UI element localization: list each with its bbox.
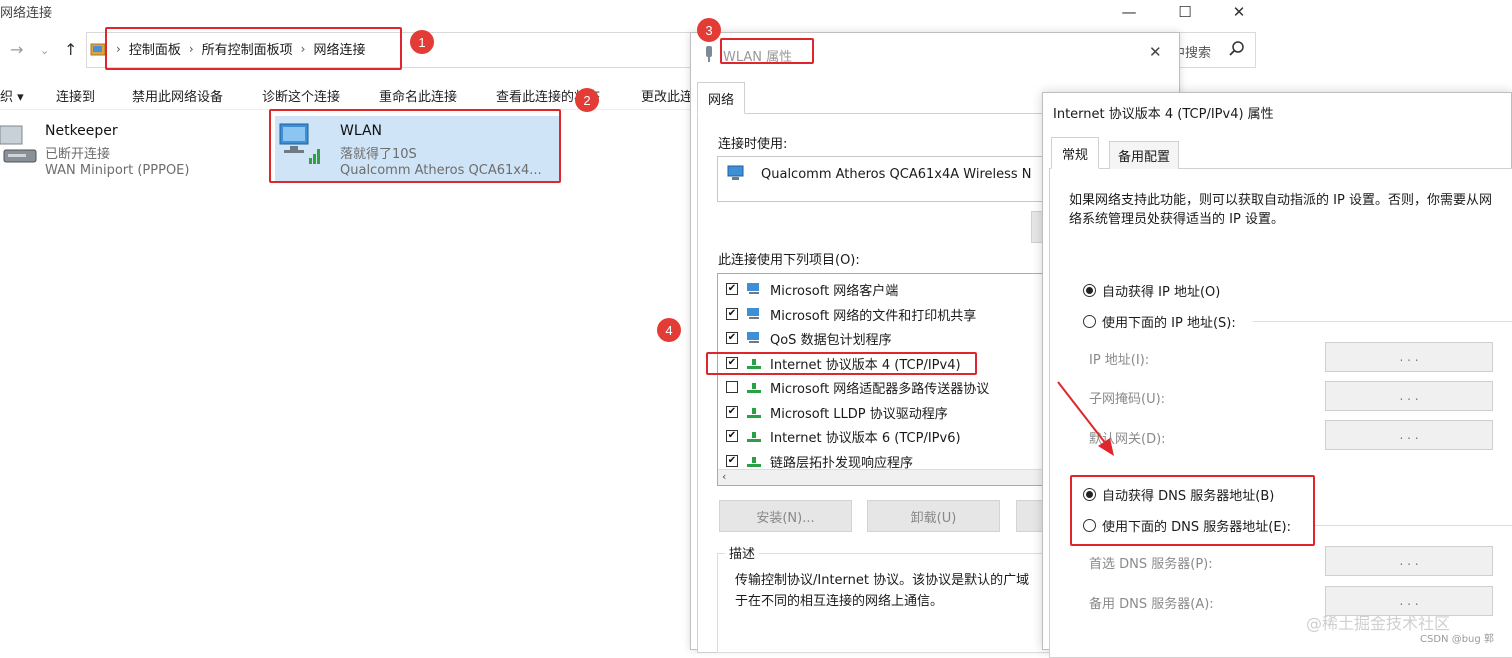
list-item[interactable]: Microsoft 网络适配器多路传送器协议 (726, 376, 989, 398)
radio-selected-icon[interactable] (1083, 284, 1096, 297)
list-item[interactable]: ✔ Microsoft LLDP 协议驱动程序 (726, 401, 948, 423)
checkbox[interactable]: ✔ (726, 430, 738, 442)
list-item[interactable]: ✔ Microsoft 网络的文件和打印机共享 (726, 303, 976, 325)
connect-to-button[interactable]: 连接到 (56, 86, 95, 105)
annotation-badge: 3 (697, 18, 721, 42)
list-item[interactable]: ✔ Internet 协议版本 6 (TCP/IPv6) (726, 425, 961, 447)
annotation-badge: 1 (410, 30, 434, 54)
checkbox[interactable]: ✔ (726, 308, 738, 320)
preferred-dns-label: 首选 DNS 服务器(P): (1089, 557, 1213, 572)
tab-general[interactable]: 常规 (1051, 137, 1100, 169)
item-label: Microsoft 网络适配器多路传送器协议 (770, 381, 990, 397)
item-label: QoS 数据包计划程序 (770, 332, 892, 348)
radio-label: 使用下面的 IP 地址(S): (1102, 316, 1236, 331)
watermark-sub: CSDN @bug 郭 (1420, 634, 1494, 645)
dialog-title: Internet 协议版本 4 (TCP/IPv4) 属性 (1053, 107, 1274, 122)
file-share-icon (747, 308, 759, 319)
tab-alternate-config[interactable]: 备用配置 (1109, 141, 1180, 169)
checkbox[interactable]: ✔ (726, 283, 738, 295)
radio-icon[interactable] (1083, 315, 1096, 328)
checkbox[interactable]: ✔ (726, 455, 738, 467)
group-divider (1315, 525, 1512, 526)
qos-icon (747, 332, 759, 343)
diagnose-button[interactable]: 诊断这个连接 (262, 86, 340, 105)
ip-dots: . . . (1399, 389, 1419, 403)
window-title: 网络连接 (0, 6, 53, 21)
tab-network[interactable]: 网络 (697, 82, 746, 114)
checkbox[interactable] (726, 381, 738, 393)
ip-address-field[interactable]: . . . (1325, 342, 1493, 372)
list-item[interactable]: ✔ Microsoft 网络客户端 (726, 278, 898, 300)
connect-using-label: 连接时使用: (718, 137, 788, 152)
adapter-name: Qualcomm Atheros QCA61x4A Wireless N (761, 167, 1032, 182)
rename-button[interactable]: 重命名此连接 (379, 86, 457, 105)
chevron-down-icon[interactable]: ⌄ (40, 44, 49, 57)
install-button[interactable]: 安装(N)... (719, 500, 852, 532)
organize-menu[interactable]: 织 ▾ (0, 86, 24, 105)
items-label: 此连接使用下列项目(O): (718, 253, 860, 268)
annotation-box-wlan (269, 109, 561, 183)
group-divider (1253, 321, 1512, 322)
network-card-icon (727, 165, 744, 180)
connection-name[interactable]: Netkeeper (45, 123, 118, 139)
subnet-mask-field[interactable]: . . . (1325, 381, 1493, 411)
network-adapter-icon (706, 46, 712, 62)
annotation-box-breadcrumb (105, 27, 402, 70)
checkbox[interactable]: ✔ (726, 406, 738, 418)
wan-connection-icon[interactable] (0, 122, 44, 166)
description-label: 描述 (725, 543, 760, 562)
ip-dots: . . . (1399, 554, 1419, 568)
ip-dots: . . . (1399, 428, 1419, 442)
alternate-dns-label: 备用 DNS 服务器(A): (1089, 597, 1214, 612)
manual-ip-radio[interactable]: 使用下面的 IP 地址(S): (1083, 312, 1236, 331)
protocol-icon (747, 383, 761, 393)
ip-address-label: IP 地址(I): (1089, 353, 1150, 368)
up-arrow-icon[interactable]: ↑ (64, 40, 77, 59)
scroll-left-icon[interactable]: ‹ (722, 470, 726, 483)
list-item[interactable]: ✔ QoS 数据包计划程序 (726, 327, 892, 349)
annotation-arrow-icon (1057, 381, 1114, 456)
annotation-box-dns (1070, 475, 1315, 546)
connection-adapter: WAN Miniport (PPPOE) (45, 163, 190, 178)
ipv4-properties-dialog: Internet 协议版本 4 (TCP/IPv4) 属性 常规 备用配置 如果… (1042, 92, 1512, 658)
protocol-icon (747, 457, 761, 467)
checkbox[interactable]: ✔ (726, 332, 738, 344)
intro-text: 络系统管理员处获得适当的 IP 设置。 (1069, 212, 1284, 227)
item-label: Microsoft LLDP 协议驱动程序 (770, 406, 948, 422)
item-label: Microsoft 网络的文件和打印机共享 (770, 308, 977, 324)
uninstall-button[interactable]: 卸载(U) (867, 500, 1000, 532)
item-label: 链路层拓扑发现响应程序 (770, 455, 914, 471)
annotation-badge: 4 (657, 318, 681, 342)
description-text: 于在不同的相互连接的网络上通信。 (735, 594, 944, 609)
preferred-dns-field[interactable]: . . . (1325, 546, 1493, 576)
auto-ip-radio[interactable]: 自动获得 IP 地址(O) (1083, 281, 1220, 300)
description-text: 传输控制协议/Internet 协议。该协议是默认的广域 (735, 573, 1030, 588)
network-client-icon (747, 283, 759, 294)
annotation-box-title (720, 38, 814, 64)
ip-dots: . . . (1399, 594, 1419, 608)
protocol-icon (747, 408, 761, 418)
item-label: Microsoft 网络客户端 (770, 283, 899, 299)
connection-status: 已断开连接 (45, 147, 111, 162)
annotation-box-ipv4 (706, 352, 977, 375)
maximize-icon[interactable]: ☐ (1162, 0, 1208, 24)
close-icon[interactable]: ✕ (1216, 0, 1262, 24)
search-icon[interactable] (1228, 40, 1246, 58)
annotation-badge: 2 (575, 88, 599, 112)
change-settings-button[interactable]: 更改此连 (641, 86, 693, 105)
protocol-icon (747, 432, 761, 442)
item-label: Internet 协议版本 6 (TCP/IPv6) (770, 430, 961, 446)
forward-icon[interactable]: → (10, 40, 23, 59)
disable-device-button[interactable]: 禁用此网络设备 (132, 86, 223, 105)
gateway-field[interactable]: . . . (1325, 420, 1493, 450)
minimize-icon[interactable]: — (1106, 0, 1152, 24)
close-icon[interactable]: ✕ (1149, 43, 1162, 61)
radio-label: 自动获得 IP 地址(O) (1102, 285, 1221, 300)
intro-text: 如果网络支持此功能，则可以获取自动指派的 IP 设置。否则，你需要从网 (1069, 193, 1492, 208)
ip-dots: . . . (1399, 350, 1419, 364)
